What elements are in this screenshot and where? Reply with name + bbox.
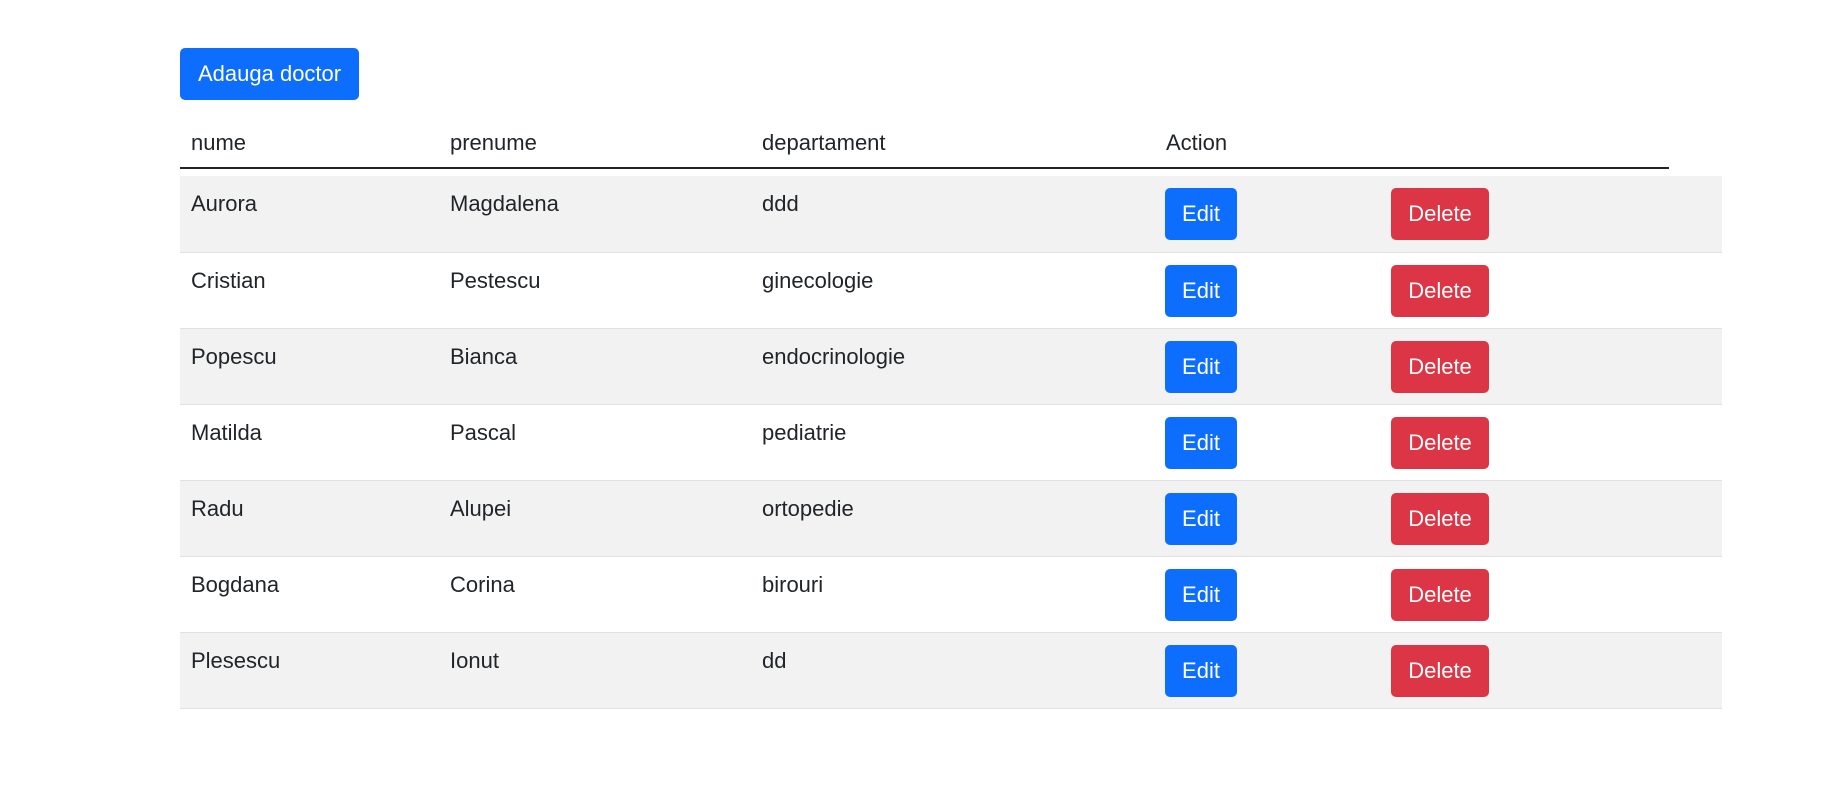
table-row: Matilda Pascal pediatrie Edit Delete	[180, 404, 1722, 480]
edit-button[interactable]: Edit	[1165, 340, 1237, 393]
cell-edit: Edit	[1155, 556, 1381, 632]
cell-prenume: Ionut	[450, 647, 499, 673]
cell-delete: Delete	[1381, 480, 1722, 556]
cell-delete: Delete	[1381, 404, 1722, 480]
cell-delete: Delete	[1381, 632, 1722, 708]
edit-button[interactable]: Edit	[1165, 644, 1237, 697]
cell-delete: Delete	[1381, 252, 1722, 328]
edit-button[interactable]: Edit	[1165, 264, 1237, 317]
cell-departament: dd	[762, 647, 787, 673]
cell-prenume: Corina	[450, 571, 515, 597]
edit-button[interactable]: Edit	[1165, 568, 1237, 621]
cell-delete: Delete	[1381, 556, 1722, 632]
cell-departament: ddd	[762, 191, 799, 216]
cell-edit: Edit	[1155, 328, 1381, 404]
cell-nume: Aurora	[191, 191, 258, 216]
cell-edit: Edit	[1155, 632, 1381, 708]
delete-button[interactable]: Delete	[1391, 568, 1489, 621]
cell-nume: Radu	[191, 495, 244, 521]
cell-departament: ortopedie	[762, 495, 854, 521]
delete-button[interactable]: Delete	[1391, 264, 1489, 317]
edit-button[interactable]: Edit	[1165, 188, 1237, 240]
cell-prenume: Magdalena	[450, 191, 559, 216]
table-row: Plesescu Ionut dd Edit Delete	[180, 632, 1722, 708]
delete-button[interactable]: Delete	[1391, 416, 1489, 469]
table-row: Bogdana Corina birouri Edit Delete	[180, 556, 1722, 632]
cell-departament: pediatrie	[762, 419, 847, 445]
doctors-panel: Adauga doctor nume prenume departament A…	[180, 48, 1722, 709]
cell-edit: Edit	[1155, 252, 1381, 328]
table-body: Aurora Magdalena ddd Edit Delete Cristia…	[180, 176, 1722, 708]
cell-edit: Edit	[1155, 404, 1381, 480]
cell-nume: Plesescu	[191, 647, 281, 673]
delete-button[interactable]: Delete	[1391, 340, 1489, 393]
cell-delete: Delete	[1381, 176, 1722, 252]
cell-nume: Bogdana	[191, 571, 280, 597]
cell-prenume: Pestescu	[450, 267, 541, 293]
table-row: Cristian Pestescu ginecologie Edit Delet…	[180, 252, 1722, 328]
header-divider	[180, 167, 1669, 169]
edit-button[interactable]: Edit	[1165, 416, 1237, 469]
cell-nume: Matilda	[191, 419, 262, 445]
cell-nume: Cristian	[191, 267, 266, 293]
add-doctor-button[interactable]: Adauga doctor	[180, 48, 360, 100]
cell-delete: Delete	[1381, 328, 1722, 404]
edit-button[interactable]: Edit	[1165, 492, 1237, 545]
table-row: Aurora Magdalena ddd Edit Delete	[180, 176, 1722, 252]
table-row: Radu Alupei ortopedie Edit Delete	[180, 480, 1722, 556]
cell-nume: Popescu	[191, 343, 277, 369]
cell-prenume: Alupei	[450, 495, 512, 521]
delete-button[interactable]: Delete	[1391, 188, 1489, 240]
cell-departament: endocrinologie	[762, 343, 906, 369]
table-row: Popescu Bianca endocrinologie Edit Delet…	[180, 328, 1722, 404]
doctors-table: nume prenume departament Action Aurora M…	[180, 110, 1722, 709]
cell-prenume: Bianca	[450, 343, 518, 369]
cell-edit: Edit	[1155, 176, 1381, 252]
cell-edit: Edit	[1155, 480, 1381, 556]
cell-departament: birouri	[762, 571, 824, 597]
cell-prenume: Pascal	[450, 419, 517, 445]
delete-button[interactable]: Delete	[1391, 644, 1489, 697]
delete-button[interactable]: Delete	[1391, 492, 1489, 545]
cell-departament: ginecologie	[762, 267, 874, 293]
